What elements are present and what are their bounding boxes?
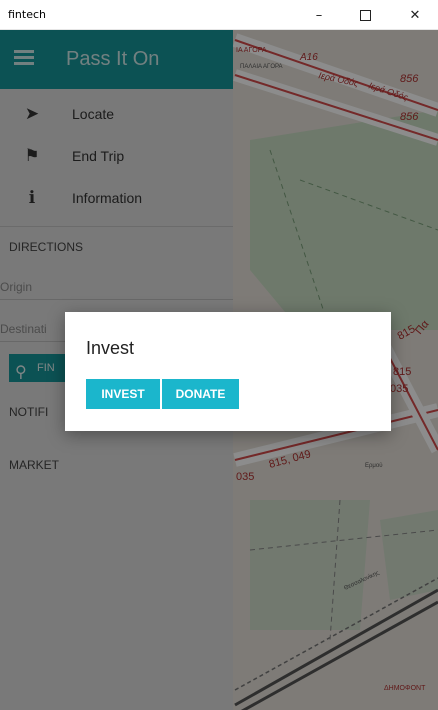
dialog-title: Invest — [86, 338, 135, 358]
invest-dialog: Invest INVEST DONATE — [65, 312, 391, 431]
minimize-icon: – — [315, 7, 323, 23]
close-icon: ✕ — [409, 7, 421, 23]
window-title: fintech — [8, 8, 47, 21]
window-title-bar: fintech – ✕ — [0, 0, 438, 30]
donate-button[interactable]: DONATE — [162, 379, 239, 409]
maximize-icon — [359, 9, 371, 21]
invest-button[interactable]: INVEST — [86, 379, 160, 409]
minimize-button[interactable]: – — [296, 0, 342, 30]
close-button[interactable]: ✕ — [392, 0, 438, 30]
maximize-button[interactable] — [342, 0, 388, 30]
